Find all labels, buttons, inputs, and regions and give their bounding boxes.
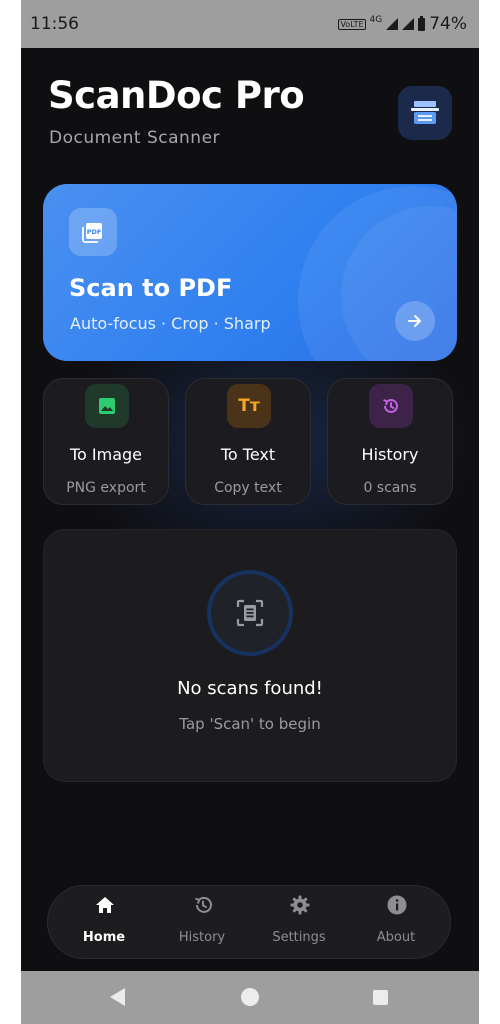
scanner-icon <box>398 86 452 140</box>
hero-subtitle: Auto-focus · Crop · Sharp <box>70 314 271 333</box>
image-icon <box>85 384 129 428</box>
app-screen: 11:56 VoLTE 4G 74% ScanDoc Pro Document … <box>21 0 479 1024</box>
pdf-icon-label: PDF <box>87 228 102 236</box>
signal-icon-2 <box>402 18 415 30</box>
hero-title: Scan to PDF <box>69 274 233 302</box>
nav-about[interactable]: About <box>346 886 446 960</box>
tile-title: To Text <box>220 445 276 464</box>
document-scan-icon <box>207 570 293 656</box>
scan-to-pdf-card[interactable]: PDF Scan to PDF Auto-focus · Crop · Shar… <box>43 184 457 361</box>
pdf-icon: PDF <box>69 208 117 256</box>
tile-subtitle: Copy text <box>214 480 282 496</box>
to-image-tile[interactable]: To Image PNG export <box>43 378 169 505</box>
history-tile[interactable]: History 0 scans <box>327 378 453 505</box>
tile-subtitle: PNG export <box>66 480 146 496</box>
history-icon <box>195 896 212 913</box>
empty-title: No scans found! <box>177 678 323 699</box>
nav-settings[interactable]: Settings <box>249 886 349 960</box>
status-bar: 11:56 VoLTE 4G 74% <box>21 0 479 48</box>
network-type: 4G <box>369 15 383 25</box>
arrow-right-icon[interactable] <box>395 301 435 341</box>
nav-label: Home <box>82 930 126 945</box>
gear-icon <box>290 895 310 915</box>
app-subtitle: Document Scanner <box>49 128 221 148</box>
recents-icon[interactable] <box>373 990 388 1005</box>
nav-label: History <box>178 930 226 945</box>
tile-title: History <box>361 445 419 464</box>
status-time: 11:56 <box>30 14 79 34</box>
bottom-navigation: Home History Settings About <box>47 885 451 959</box>
home-circle-icon[interactable] <box>241 988 259 1006</box>
nav-home[interactable]: Home <box>54 886 154 960</box>
info-icon <box>387 895 407 915</box>
history-icon <box>369 384 413 428</box>
nav-history[interactable]: History <box>152 886 252 960</box>
back-icon[interactable] <box>110 988 125 1006</box>
empty-subtitle: Tap 'Scan' to begin <box>179 715 321 733</box>
app-title: ScanDoc Pro <box>48 74 305 117</box>
status-icons: VoLTE 4G 74% <box>338 14 467 34</box>
nav-label: Settings <box>272 930 326 945</box>
battery-percent: 74% <box>429 14 467 34</box>
battery-icon <box>418 15 426 31</box>
signal-icon <box>386 18 399 30</box>
volte-icon: VoLTE <box>338 18 366 30</box>
to-text-tile[interactable]: Tт To Text Copy text <box>185 378 311 505</box>
text-format-icon: Tт <box>227 384 271 428</box>
nav-label: About <box>376 930 416 945</box>
home-icon <box>96 897 114 913</box>
system-navigation-bar <box>21 971 479 1024</box>
text-format-glyph: Tт <box>238 396 260 416</box>
tile-subtitle: 0 scans <box>363 480 417 496</box>
tile-title: To Image <box>69 445 143 464</box>
empty-state-card: No scans found! Tap 'Scan' to begin <box>43 529 457 782</box>
